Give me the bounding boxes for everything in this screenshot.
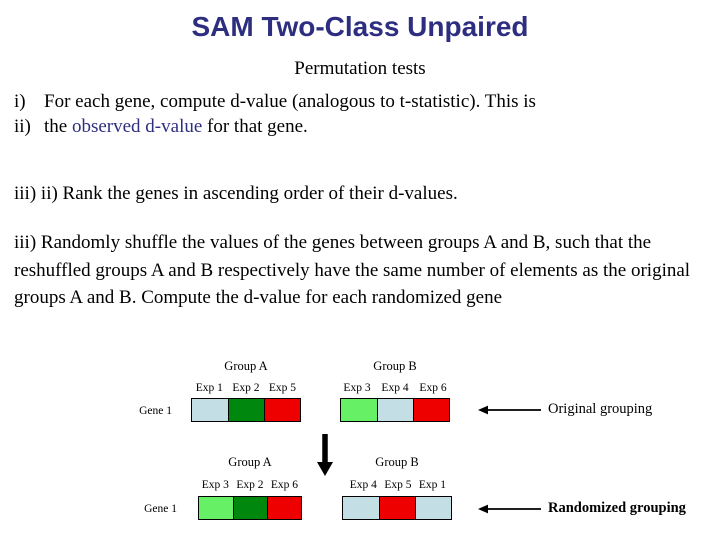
exp-label: Exp 2 [236, 479, 264, 491]
expression-cell [414, 497, 451, 519]
row-randomized-group-a-exp-labels: Exp 3 Exp 2 Exp 6 [198, 478, 302, 492]
randomized-grouping-annotation: Randomized grouping [478, 500, 686, 517]
expression-cell [341, 399, 377, 421]
row-randomized-group-b-label: Group B [375, 455, 419, 469]
expression-cell [376, 399, 413, 421]
expression-cell [199, 497, 233, 519]
exp-label: Exp 4 [381, 382, 409, 394]
randomized-grouping-label: Randomized grouping [548, 500, 686, 516]
original-grouping-label: Original grouping [548, 401, 653, 417]
expression-cell [227, 399, 264, 421]
exp-label: Exp 1 [195, 382, 223, 394]
expression-cell [192, 399, 228, 421]
row-original-gene-label: Gene 1 [139, 405, 172, 417]
row-randomized-group-a-label: Group A [228, 455, 272, 469]
expression-cell [343, 497, 379, 519]
row-randomized-group-b-exp-labels: Exp 4 Exp 5 Exp 1 [346, 478, 450, 492]
exp-label: Exp 4 [349, 479, 377, 491]
expression-cell [412, 399, 449, 421]
shuffle-down-arrow-icon [317, 434, 333, 476]
exp-label: Exp 6 [270, 479, 299, 491]
left-arrow-icon [478, 405, 541, 414]
exp-label: Exp 1 [418, 479, 447, 491]
row-original-group-a-exp-labels: Exp 1 Exp 2 Exp 5 [191, 381, 301, 395]
row-original-group-a-label: Group A [224, 359, 268, 373]
original-grouping-annotation: Original grouping [478, 401, 652, 418]
permutation-diagram: Group A Group B Exp 1 Exp 2 Exp 5 Exp 3 … [0, 0, 720, 540]
expression-cell [232, 497, 267, 519]
row-randomized-group-a-strip [198, 496, 302, 520]
row-original-group-b-strip [340, 398, 450, 422]
row-original-group-b-exp-labels: Exp 3 Exp 4 Exp 6 [338, 381, 452, 395]
expression-cell [378, 497, 415, 519]
exp-label: Exp 5 [384, 479, 412, 491]
row-original-group-a-strip [191, 398, 301, 422]
exp-label: Exp 5 [268, 382, 297, 394]
row-randomized-group-b-strip [342, 496, 452, 520]
row-original-group-b-label: Group B [373, 359, 417, 373]
expression-cell [263, 399, 300, 421]
left-arrow-icon [478, 504, 541, 513]
expression-cell [266, 497, 301, 519]
exp-label: Exp 6 [419, 382, 447, 394]
exp-label: Exp 3 [201, 479, 229, 491]
exp-label: Exp 3 [343, 382, 371, 394]
exp-label: Exp 2 [232, 382, 260, 394]
row-randomized-gene-label: Gene 1 [144, 503, 177, 515]
